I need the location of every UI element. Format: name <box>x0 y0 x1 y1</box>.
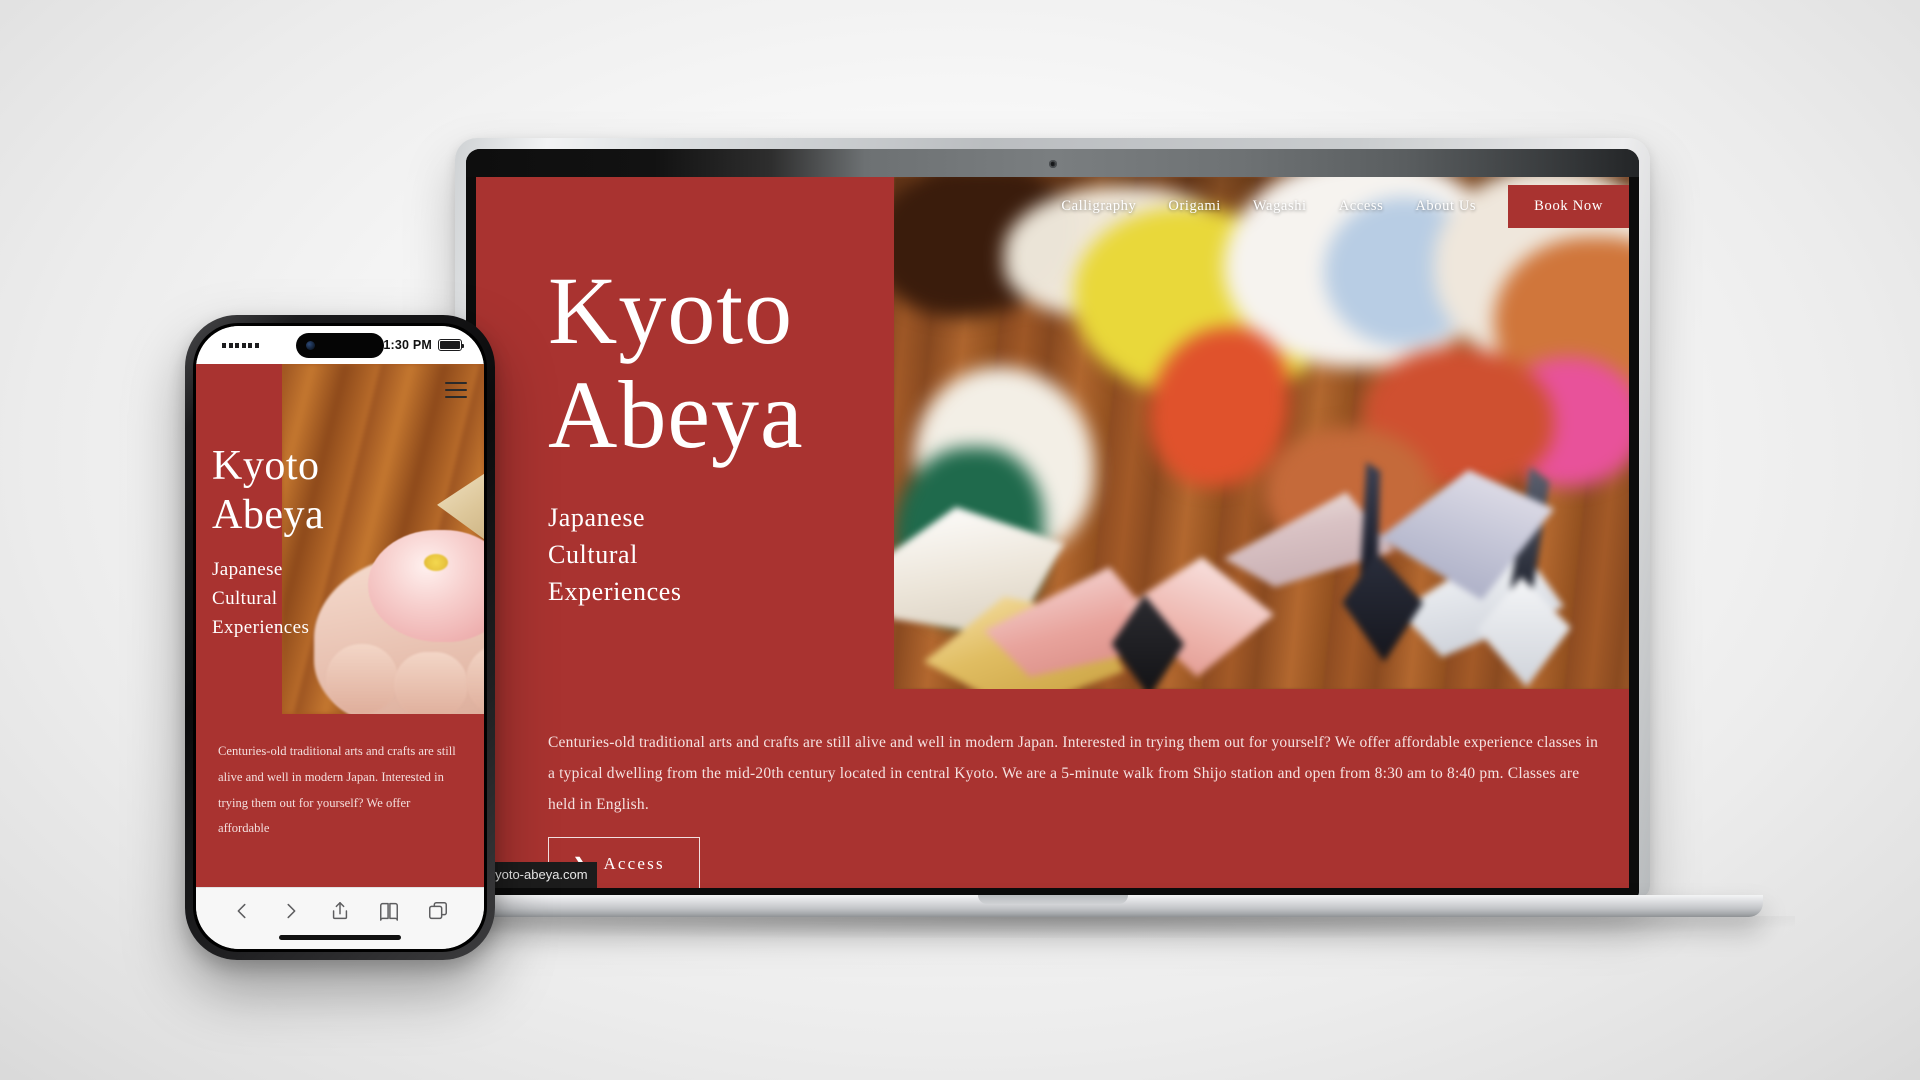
laptop-bezel: Calligraphy Origami Wagashi Access About… <box>466 149 1639 898</box>
laptop-top-bezel <box>466 149 1639 177</box>
bookmarks-icon[interactable] <box>378 900 400 922</box>
hero-title-line-2: Abeya <box>548 360 804 468</box>
share-icon[interactable] <box>329 900 351 922</box>
hero-subtitle-line-2: Cultural <box>548 540 639 570</box>
mobile-hero-subtitle-line-2: Cultural <box>212 587 278 609</box>
main-navigation: Calligraphy Origami Wagashi Access About… <box>1061 183 1629 229</box>
phone-status-right: 1:30 PM <box>383 338 465 352</box>
intro-paragraph: Centuries-old traditional arts and craft… <box>548 734 1599 813</box>
laptop-lid: Calligraphy Origami Wagashi Access About… <box>455 138 1650 898</box>
forward-icon[interactable] <box>280 900 302 922</box>
back-icon[interactable] <box>231 900 253 922</box>
hero-text-block: Kyoto Abeya Japanese Cultural Experience… <box>548 259 804 611</box>
phone-frame: 1:30 PM Kyoto Abeya Japanese Cultural Ex… <box>185 315 495 960</box>
phone-screen: 1:30 PM Kyoto Abeya Japanese Cultural Ex… <box>196 326 484 949</box>
hero-subtitle-line-1: Japanese <box>548 503 646 533</box>
dynamic-island <box>296 333 384 358</box>
desktop-website-screen: Calligraphy Origami Wagashi Access About… <box>476 177 1629 888</box>
mobile-intro-paragraph: Centuries-old traditional arts and craft… <box>218 744 456 836</box>
phone-mockup: 1:30 PM Kyoto Abeya Japanese Cultural Ex… <box>185 315 495 960</box>
nav-item-access[interactable]: Access <box>1339 198 1384 215</box>
battery-full-icon <box>438 339 465 351</box>
laptop-shadow <box>315 916 1795 938</box>
laptop-base <box>342 895 1763 917</box>
mobile-hero-title-line-1: Kyoto <box>212 443 320 489</box>
nav-item-origami[interactable]: Origami <box>1168 198 1221 215</box>
home-indicator <box>279 935 401 940</box>
photo-foreground-cranes <box>894 177 1629 689</box>
mobile-hero-title: Kyoto Abeya <box>212 442 324 539</box>
webcam-icon <box>1048 160 1057 168</box>
nav-item-about-us[interactable]: About Us <box>1415 198 1476 215</box>
access-button-label: Access <box>603 854 665 873</box>
hero-origami-photo <box>894 177 1629 689</box>
mobile-hero-subtitle: Japanese Cultural Experiences <box>212 556 309 643</box>
laptop-mockup: Calligraphy Origami Wagashi Access About… <box>315 138 1795 938</box>
phone-inner-bezel: 1:30 PM Kyoto Abeya Japanese Cultural Ex… <box>193 323 487 952</box>
hero-title: Kyoto Abeya <box>548 259 804 466</box>
signal-dots-icon <box>222 342 259 348</box>
book-now-button[interactable]: Book Now <box>1508 184 1629 228</box>
hero-title-line-1: Kyoto <box>548 257 793 364</box>
hero-subtitle: Japanese Cultural Experiences <box>548 500 804 611</box>
hamburger-menu-icon[interactable] <box>445 382 467 398</box>
phone-clock: 1:30 PM <box>383 338 432 352</box>
wagashi-sweet-graphic <box>314 494 484 714</box>
mobile-hero-title-line-2: Abeya <box>212 491 325 538</box>
mobile-website-page: Kyoto Abeya Japanese Cultural Experience… <box>196 364 484 887</box>
laptop-base-notch <box>977 895 1128 904</box>
hero-subtitle-line-3: Experiences <box>548 577 682 607</box>
mobile-hero-subtitle-line-1: Japanese <box>212 559 283 580</box>
nav-item-wagashi[interactable]: Wagashi <box>1253 198 1307 215</box>
nav-item-calligraphy[interactable]: Calligraphy <box>1061 198 1136 215</box>
tabs-icon[interactable] <box>427 900 449 922</box>
mobile-hero-subtitle-line-3: Experiences <box>212 616 310 638</box>
